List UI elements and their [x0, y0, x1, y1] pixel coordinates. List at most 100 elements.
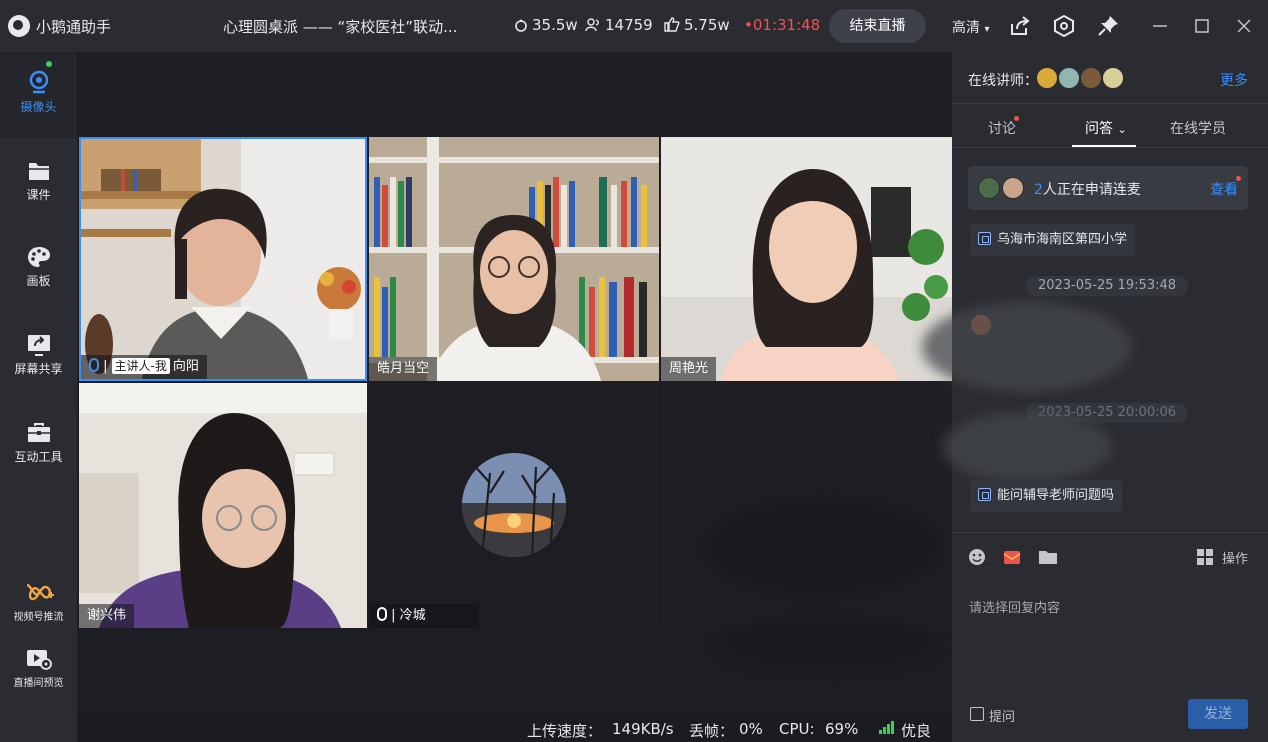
emoji-icon[interactable]: [968, 548, 986, 566]
heat-value: 35.5w: [532, 16, 578, 34]
participant-video-frame: [79, 383, 367, 628]
scribble-overlay: [717, 612, 937, 672]
tab-qa-label: 问答: [1085, 121, 1113, 137]
screen-share-icon: [27, 335, 50, 356]
upload-speed-label: 上传速度：: [527, 722, 603, 740]
close-icon[interactable]: [1232, 14, 1256, 38]
share-icon[interactable]: [1008, 14, 1032, 38]
chevron-down-icon: ▾: [984, 24, 990, 35]
maximize-icon[interactable]: [1190, 14, 1214, 38]
end-live-button[interactable]: 结束直播: [829, 9, 926, 43]
host-badge: 主讲人-我: [111, 358, 170, 374]
video-tile-participant[interactable]: 周艳光: [661, 137, 952, 381]
send-button[interactable]: 发送: [1188, 699, 1248, 729]
microphone-icon[interactable]: [377, 607, 387, 621]
thumbs-up-icon: [664, 17, 680, 32]
view-requests-link[interactable]: 查看: [1210, 179, 1238, 199]
avatar[interactable]: [1102, 67, 1124, 89]
participant-video-frame: [369, 137, 659, 381]
microphone-icon[interactable]: [89, 358, 99, 372]
settings-icon[interactable]: [1052, 14, 1076, 38]
mic-request-count: 2: [1034, 182, 1043, 198]
quality-select[interactable]: 高清 ▾: [952, 17, 989, 37]
cpu-label: CPU:: [779, 720, 815, 738]
sidebar-item-label: 画板: [26, 274, 51, 288]
question-message[interactable]: 乌海市海南区第四小学: [970, 224, 1136, 256]
lecturers-header: 在线讲师： 更多: [952, 52, 1268, 104]
participant-name: 谢兴伟: [87, 608, 127, 623]
more-lecturers-link[interactable]: 更多: [1220, 70, 1248, 90]
video-tile-participant[interactable]: | 冷城: [369, 383, 659, 628]
scribble-overlay: [942, 412, 1112, 482]
sidebar-item-label: 课件: [26, 188, 51, 202]
sidebar-item-camera[interactable]: 摄像头: [0, 52, 77, 138]
tab-online-students[interactable]: 在线学员: [1170, 118, 1226, 138]
sidebar-item-live-preview[interactable]: 直播间预览: [0, 644, 77, 694]
sidebar-item-label: 摄像头: [20, 100, 57, 114]
avatar: [1002, 177, 1024, 199]
participant-name-bar: 皓月当空: [369, 357, 438, 381]
sidebar-item-screen-share[interactable]: 屏幕共享: [0, 316, 77, 402]
active-tab-indicator: [1072, 145, 1136, 147]
sidebar-item-label: 屏幕共享: [14, 362, 63, 376]
chevron-down-icon: ⌄: [1117, 123, 1127, 136]
app-logo-icon: [8, 15, 30, 37]
reply-toolbar: 操作: [952, 532, 1268, 580]
right-panel: 在线讲师： 更多 讨论 问答 ⌄ 在线学员 2人正在申请连麦 查看 乌海市海南区…: [922, 52, 1268, 742]
upload-speed-value: 149KB/s: [612, 720, 674, 738]
left-sidebar: 摄像头 课件 画板 屏幕共享 互动工具 视频号推流 直播间预览: [0, 52, 77, 742]
timer-value: 01:31:48: [752, 16, 821, 34]
participant-name: 周艳光: [669, 361, 709, 376]
minimize-icon[interactable]: [1148, 14, 1172, 38]
sidebar-item-interactive-tools[interactable]: 互动工具: [0, 404, 77, 490]
live-timer: •01:31:48: [744, 16, 821, 34]
red-envelope-icon[interactable]: [1003, 548, 1021, 566]
quality-label: 高清: [952, 20, 980, 36]
folder-icon[interactable]: [1038, 548, 1058, 566]
sidebar-item-channels-push[interactable]: 视频号推流: [0, 578, 77, 626]
question-message[interactable]: 能问辅导老师问题吗: [970, 480, 1123, 512]
reply-input-placeholder[interactable]: 请选择回复内容: [969, 597, 1060, 616]
tab-qa[interactable]: 问答 ⌄: [1085, 118, 1127, 138]
question-icon: [978, 232, 991, 245]
mic-request-text: 2人正在申请连麦: [1034, 179, 1141, 199]
participant-video-frame: [661, 137, 952, 381]
grid-icon[interactable]: [1196, 548, 1214, 566]
sidebar-item-whiteboard[interactable]: 画板: [0, 228, 77, 314]
operations-button[interactable]: 操作: [1222, 548, 1248, 567]
avatar[interactable]: [1036, 67, 1058, 89]
participant-name: 冷城: [399, 608, 426, 623]
avatar[interactable]: [1080, 67, 1102, 89]
tab-discussion[interactable]: 讨论: [988, 118, 1016, 138]
cpu-value: 69%: [825, 720, 859, 738]
likes-value: 5.75w: [684, 16, 730, 34]
question-icon: [978, 488, 991, 501]
live-title: 心理圆桌派 —— “家校医社”联动...: [223, 18, 458, 36]
status-bar: 上传速度： 149KB/s 丢帧： 0% CPU: 69% 优良: [77, 712, 952, 742]
participant-name: 向阳: [172, 359, 199, 374]
camera-on-indicator: [46, 61, 52, 67]
ask-checkbox[interactable]: [970, 707, 984, 721]
network-quality: 优良: [901, 722, 932, 740]
signal-icon: [879, 720, 895, 738]
mic-request-bar[interactable]: 2人正在申请连麦 查看: [968, 166, 1248, 210]
participant-name-bar: 周艳光: [661, 357, 717, 381]
video-tile-participant[interactable]: 皓月当空: [369, 137, 659, 381]
app-window: 小鹅通助手 心理圆桌派 —— “家校医社”联动... 35.5w 14759 5…: [0, 0, 1268, 742]
viewers-value: 14759: [605, 16, 653, 34]
video-tile-participant[interactable]: 谢兴伟: [79, 383, 367, 628]
heat-stat: 35.5w: [514, 16, 578, 34]
app-name: 小鹅通助手: [36, 18, 112, 36]
dropped-frames-label: 丢帧：: [689, 722, 735, 740]
viewers-icon: [585, 18, 599, 32]
scribble-overlay: [697, 492, 947, 602]
video-tile-host[interactable]: | 主讲人-我 向阳: [79, 137, 367, 381]
avatar[interactable]: [1058, 67, 1080, 89]
pin-icon[interactable]: [1096, 14, 1120, 38]
participant-name-bar: | 冷城: [369, 604, 479, 628]
toolbox-icon: [27, 423, 50, 442]
sidebar-item-courseware[interactable]: 课件: [0, 140, 77, 226]
avatar: [978, 177, 1000, 199]
message-text: 乌海市海南区第四小学: [997, 232, 1128, 247]
ask-checkbox-label: 提问: [989, 710, 1016, 725]
